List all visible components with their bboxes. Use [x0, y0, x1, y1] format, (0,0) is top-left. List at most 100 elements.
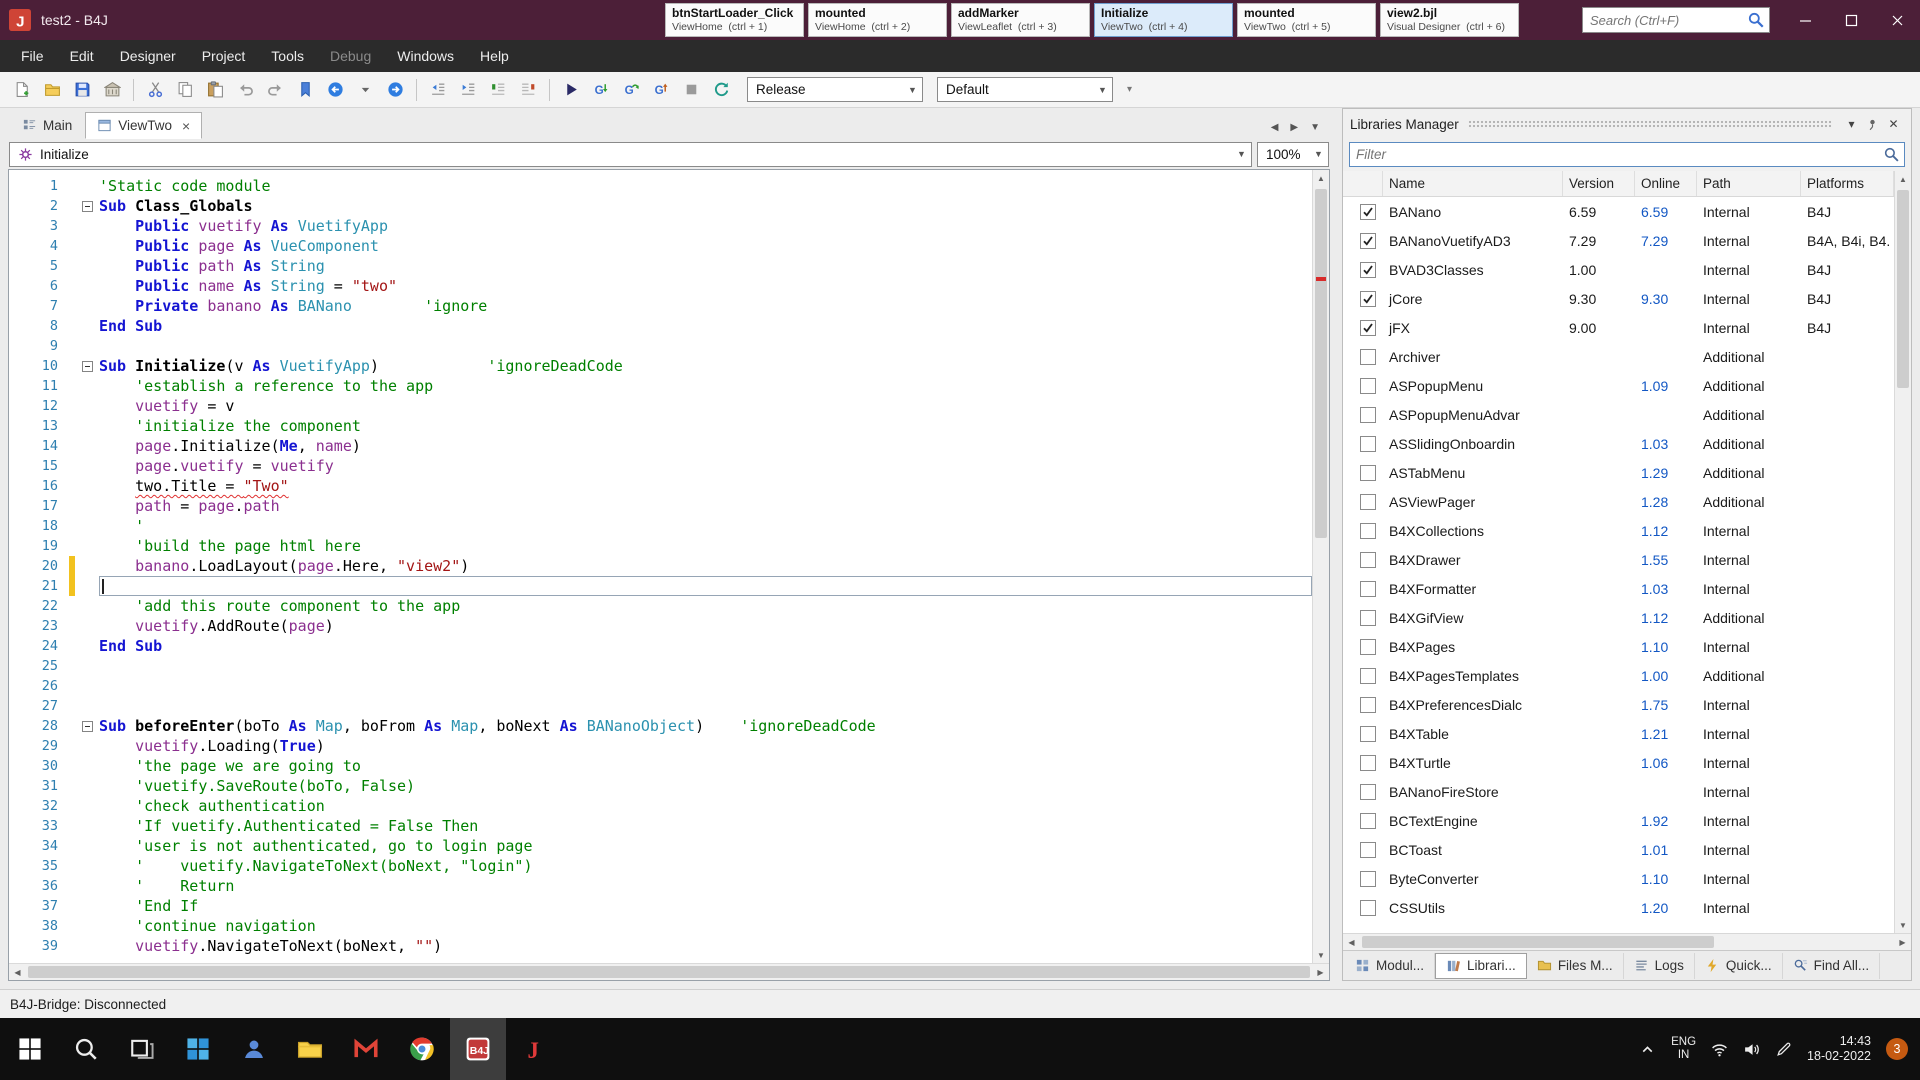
library-row-b4xpagestemplates[interactable]: B4XPagesTemplates1.00Additional	[1343, 661, 1894, 690]
menu-edit[interactable]: Edit	[57, 40, 107, 72]
taskbar-task-view-icon[interactable]	[114, 1018, 170, 1080]
code-line[interactable]: 24End Sub	[9, 636, 1312, 656]
scroll-down-icon[interactable]: ▼	[1895, 917, 1911, 933]
copy-button[interactable]	[171, 76, 199, 103]
quick-tab-mounted[interactable]: mountedViewHome (ctrl + 2)	[808, 3, 947, 37]
tray-chevron-up-icon[interactable]	[1639, 1041, 1656, 1058]
library-row-banano[interactable]: BANano6.596.59InternalB4J	[1343, 197, 1894, 226]
code-line[interactable]: 15 page.vuetify = vuetify	[9, 456, 1312, 476]
menu-help[interactable]: Help	[467, 40, 522, 72]
stop-button[interactable]	[677, 76, 705, 103]
library-checkbox[interactable]	[1360, 291, 1376, 307]
chevron-down-icon[interactable]: ▼	[1309, 149, 1328, 159]
run-configuration-combo[interactable]: Default ▼	[937, 77, 1113, 102]
fold-toggle-icon[interactable]	[82, 721, 93, 732]
code-line[interactable]: 6 Public name As String = "two"	[9, 276, 1312, 296]
code-line[interactable]: 11 'establish a reference to the app	[9, 376, 1312, 396]
library-row-bvad3classes[interactable]: BVAD3Classes1.00InternalB4J	[1343, 255, 1894, 284]
quick-tab-initialize[interactable]: InitializeViewTwo (ctrl + 4)	[1094, 3, 1233, 37]
column-online[interactable]: Online	[1635, 171, 1697, 196]
library-checkbox[interactable]	[1360, 204, 1376, 220]
member-selector-combo[interactable]: Initialize ▼	[9, 142, 1252, 167]
library-row-jfx[interactable]: jFX9.00InternalB4J	[1343, 313, 1894, 342]
column-path[interactable]: Path	[1697, 171, 1801, 196]
code-line[interactable]: 19 'build the page html here	[9, 536, 1312, 556]
volume-icon[interactable]	[1743, 1041, 1760, 1058]
close-panel-icon[interactable]: ✕	[1883, 114, 1904, 135]
code-line[interactable]: 31 'vuetify.SaveRoute(boTo, False)	[9, 776, 1312, 796]
menu-tools[interactable]: Tools	[258, 40, 317, 72]
library-row-b4xpreferencesdialc[interactable]: B4XPreferencesDialc1.75Internal	[1343, 690, 1894, 719]
library-checkbox[interactable]	[1360, 900, 1376, 916]
panel-tab-modul[interactable]: Modul...	[1345, 953, 1435, 979]
chevron-down-icon[interactable]: ▼	[903, 85, 922, 95]
editor-horizontal-scrollbar[interactable]: ◀ ▶	[9, 963, 1329, 980]
taskbar-explorer-icon[interactable]	[282, 1018, 338, 1080]
code-line[interactable]: 25	[9, 656, 1312, 676]
taskbar-chrome-icon[interactable]	[394, 1018, 450, 1080]
code-line[interactable]: 32 'check authentication	[9, 796, 1312, 816]
code-line[interactable]: 38 'continue navigation	[9, 916, 1312, 936]
editor-zoom-combo[interactable]: 100% ▼	[1257, 142, 1329, 167]
taskbar-clock[interactable]: 14:43 18-02-2022	[1807, 1034, 1871, 1064]
minimize-button[interactable]	[1782, 0, 1828, 40]
run-button[interactable]	[557, 76, 585, 103]
code-line[interactable]: 16 two.Title = "Two"	[9, 476, 1312, 496]
code-line[interactable]: 22 'add this route component to the app	[9, 596, 1312, 616]
nav-forward-button[interactable]	[381, 76, 409, 103]
indent-button[interactable]	[454, 76, 482, 103]
library-row-b4xformatter[interactable]: B4XFormatter1.03Internal	[1343, 574, 1894, 603]
taskbar-tiles-icon[interactable]	[170, 1018, 226, 1080]
redo-button[interactable]	[261, 76, 289, 103]
libraries-hscroll-thumb[interactable]	[1362, 936, 1714, 948]
code-line[interactable]: 35 ' vuetify.NavigateToNext(boNext, "log…	[9, 856, 1312, 876]
library-row-asslidingonboardin[interactable]: ASSlidingOnboardin1.03Additional	[1343, 429, 1894, 458]
library-row-astabmenu[interactable]: ASTabMenu1.29Additional	[1343, 458, 1894, 487]
library-checkbox[interactable]	[1360, 697, 1376, 713]
code-line[interactable]: 29 vuetify.Loading(True)	[9, 736, 1312, 756]
library-checkbox[interactable]	[1360, 552, 1376, 568]
code-line[interactable]: 17 path = page.path	[9, 496, 1312, 516]
library-row-bananofirestore[interactable]: BANanoFireStoreInternal	[1343, 777, 1894, 806]
taskbar-search-icon[interactable]	[58, 1018, 114, 1080]
code-line[interactable]: 18 '	[9, 516, 1312, 536]
chevron-down-icon[interactable]: ▼	[1232, 149, 1251, 159]
library-row-bctoast[interactable]: BCToast1.01Internal	[1343, 835, 1894, 864]
new-module-button[interactable]	[8, 76, 36, 103]
scroll-up-icon[interactable]: ▲	[1895, 171, 1911, 187]
menu-file[interactable]: File	[8, 40, 57, 72]
library-checkbox[interactable]	[1360, 523, 1376, 539]
scroll-tabs-right-icon[interactable]: ▶	[1290, 122, 1298, 133]
library-checkbox[interactable]	[1360, 755, 1376, 771]
code-line[interactable]: 3 Public vuetify As VuetifyApp	[9, 216, 1312, 236]
libraries-vertical-scrollbar[interactable]: ▲ ▼	[1894, 171, 1911, 933]
code-line[interactable]: 33 'If vuetify.Authenticated = False The…	[9, 816, 1312, 836]
code-line[interactable]: 7 Private banano As BANano 'ignore	[9, 296, 1312, 316]
close-tab-icon[interactable]: ×	[182, 118, 190, 134]
library-row-b4xcollections[interactable]: B4XCollections1.12Internal	[1343, 516, 1894, 545]
code-line[interactable]: 20 banano.LoadLayout(page.Here, "view2")	[9, 556, 1312, 576]
library-checkbox[interactable]	[1360, 639, 1376, 655]
panel-tab-find-all[interactable]: Find All...	[1783, 953, 1881, 979]
code-line[interactable]: 13 'initialize the component	[9, 416, 1312, 436]
panel-tab-logs[interactable]: Logs	[1624, 953, 1695, 979]
library-checkbox[interactable]	[1360, 262, 1376, 278]
save-button[interactable]	[68, 76, 96, 103]
taskbar-teams-icon[interactable]	[226, 1018, 282, 1080]
fold-toggle-icon[interactable]	[82, 201, 93, 212]
panel-splitter[interactable]	[1330, 108, 1342, 981]
taskbar-j-icon[interactable]: J	[506, 1018, 562, 1080]
code-line[interactable]: 5 Public path As String	[9, 256, 1312, 276]
library-row-archiver[interactable]: ArchiverAdditional	[1343, 342, 1894, 371]
tab-list-icon[interactable]: ▼	[1310, 122, 1320, 133]
code-line[interactable]: 39 vuetify.NavigateToNext(boNext, "")	[9, 936, 1312, 956]
quick-tab-btnstartloader-click[interactable]: btnStartLoader_ClickViewHome (ctrl + 1)	[665, 3, 804, 37]
code-line[interactable]: 8End Sub	[9, 316, 1312, 336]
scroll-right-icon[interactable]: ▶	[1894, 934, 1911, 950]
library-checkbox[interactable]	[1360, 813, 1376, 829]
code-line[interactable]: 26	[9, 676, 1312, 696]
libraries-horizontal-scrollbar[interactable]: ◀ ▶	[1343, 933, 1911, 950]
close-button[interactable]	[1874, 0, 1920, 40]
library-row-byteconverter[interactable]: ByteConverter1.10Internal	[1343, 864, 1894, 893]
open-project-button[interactable]	[38, 76, 66, 103]
